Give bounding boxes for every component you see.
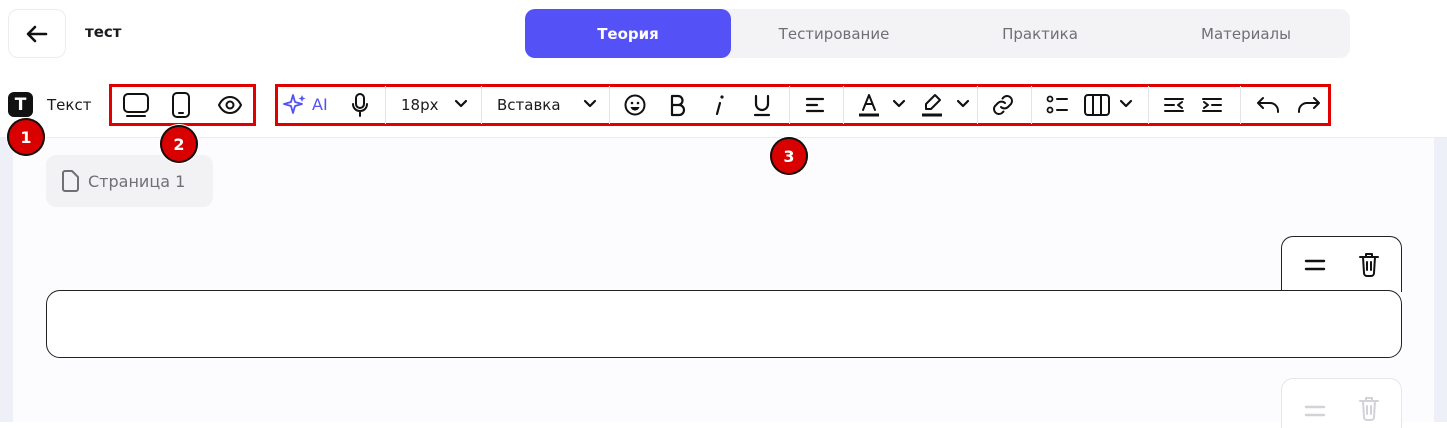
- preview-eye-icon[interactable]: [215, 92, 245, 118]
- arrow-left-icon: [26, 25, 48, 42]
- underline-icon[interactable]: [750, 92, 774, 118]
- page-icon: [62, 170, 79, 192]
- tab-practice[interactable]: Практика: [937, 9, 1143, 58]
- toolbar-separator: [609, 86, 610, 124]
- annotation-marker-3: 3: [770, 137, 808, 175]
- chevron-down-icon[interactable]: [955, 96, 971, 112]
- toolbar-separator: [1148, 86, 1149, 124]
- highlighter-icon[interactable]: [919, 91, 945, 119]
- insert-select[interactable]: Вставка: [497, 96, 561, 114]
- annotation-marker-1: 1: [7, 118, 45, 156]
- page-tab[interactable]: Страница 1: [46, 155, 213, 207]
- font-size-select[interactable]: 18px: [401, 96, 439, 114]
- microphone-icon[interactable]: [349, 91, 371, 119]
- tab-materials[interactable]: Материалы: [1143, 9, 1349, 58]
- toolbar-separator: [1240, 86, 1241, 124]
- chevron-down-icon[interactable]: [453, 96, 469, 112]
- document-title: тест: [85, 23, 122, 41]
- toolbar-separator: [977, 86, 978, 124]
- toolbar-separator: [481, 86, 482, 124]
- block-controls-faded: [1281, 378, 1402, 428]
- trash-icon[interactable]: [1356, 251, 1382, 279]
- page-label: Страница 1: [88, 171, 186, 191]
- bold-icon[interactable]: [666, 92, 688, 118]
- outdent-icon[interactable]: [1162, 94, 1186, 116]
- text-block-input[interactable]: [46, 290, 1402, 358]
- top-bar: тест Теория Тестирование Практика Матери…: [0, 0, 1447, 68]
- redo-icon[interactable]: [1295, 93, 1323, 117]
- chevron-down-icon[interactable]: [891, 96, 907, 112]
- block-controls: [1281, 236, 1402, 292]
- chevron-down-icon[interactable]: [582, 96, 598, 112]
- annotation-marker-2: 2: [160, 125, 198, 163]
- italic-icon[interactable]: [709, 92, 729, 118]
- block-type-label: Текст: [47, 96, 92, 114]
- toolbar-separator: [385, 86, 386, 124]
- text-block-icon: T: [8, 92, 33, 117]
- toolbar-separator: [1031, 86, 1032, 124]
- bulleted-list-icon[interactable]: [1044, 92, 1070, 118]
- chevron-down-icon[interactable]: [1118, 96, 1134, 112]
- ai-sparkle-icon[interactable]: [282, 92, 308, 118]
- canvas-left-gutter: [0, 138, 13, 422]
- ai-button-label[interactable]: AI: [312, 95, 328, 114]
- toolbar-separator: [789, 86, 790, 124]
- indent-icon[interactable]: [1200, 94, 1224, 116]
- mobile-view-icon[interactable]: [168, 90, 194, 120]
- back-button[interactable]: [8, 9, 66, 58]
- trash-icon[interactable]: [1356, 395, 1382, 423]
- toolbar-separator: [843, 86, 844, 124]
- columns-icon[interactable]: [1082, 92, 1112, 118]
- editor-canvas: [13, 138, 1447, 422]
- emoji-icon[interactable]: [622, 92, 648, 118]
- undo-icon[interactable]: [1254, 93, 1282, 117]
- tab-testing[interactable]: Тестирование: [731, 9, 937, 58]
- drag-handle-icon[interactable]: [1302, 253, 1328, 277]
- link-icon[interactable]: [990, 92, 1016, 118]
- align-left-icon[interactable]: [803, 94, 827, 116]
- mode-tabs: Теория Тестирование Практика Материалы: [525, 9, 1350, 58]
- drag-handle-icon[interactable]: [1302, 401, 1328, 421]
- canvas-right-gutter: [1434, 138, 1447, 422]
- tab-theory[interactable]: Теория: [525, 9, 731, 58]
- desktop-view-icon[interactable]: [121, 90, 151, 120]
- text-color-icon[interactable]: [856, 91, 882, 119]
